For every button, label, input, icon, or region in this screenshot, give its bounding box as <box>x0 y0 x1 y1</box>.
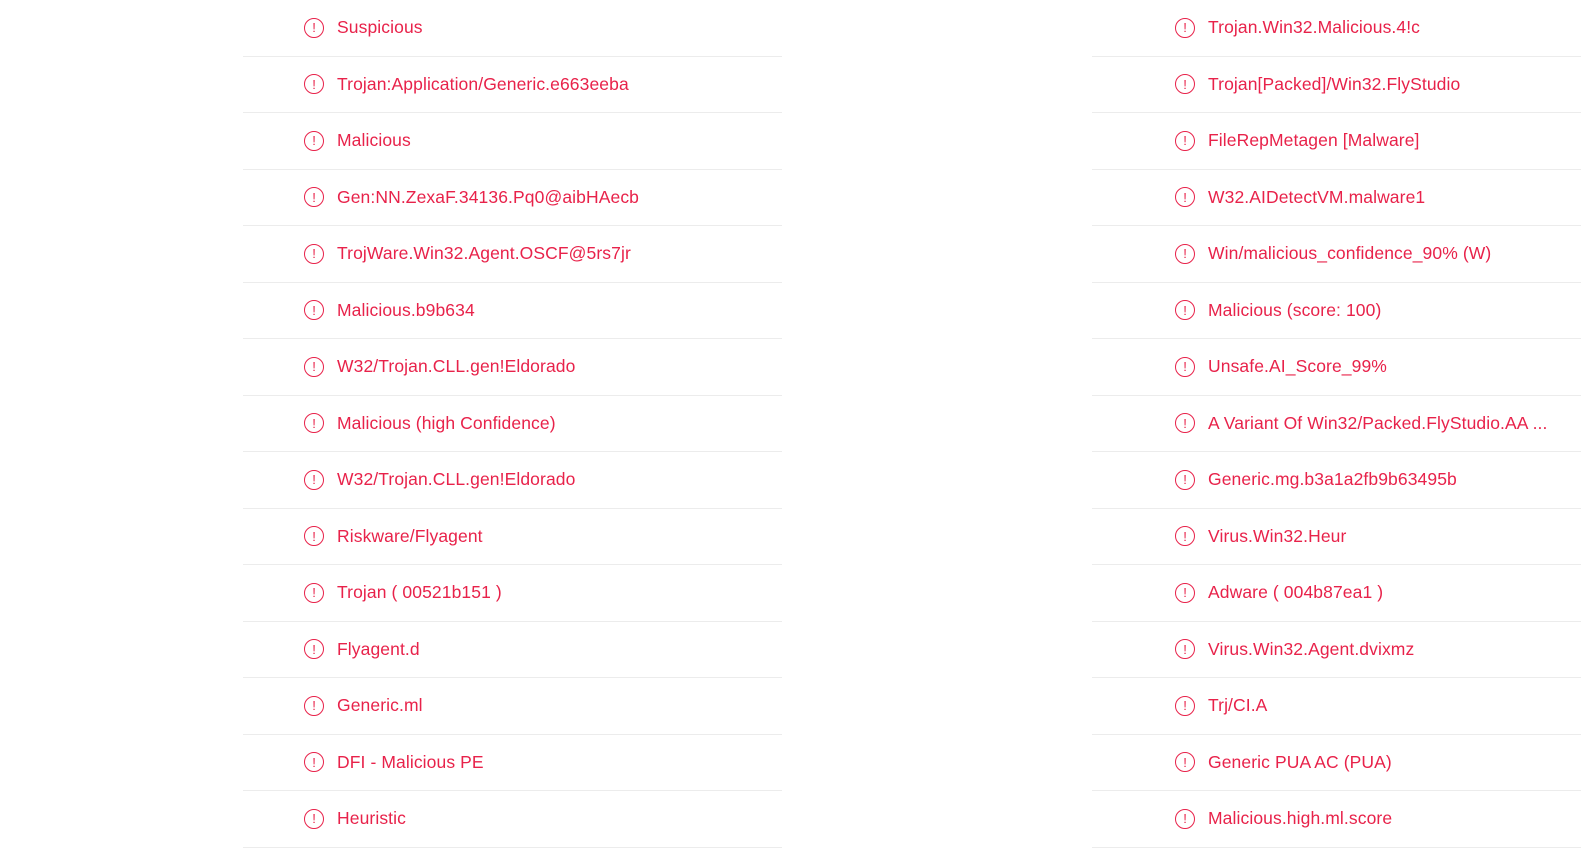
detection-row: ! Suspicious <box>243 0 782 57</box>
exclamation-circle-icon: ! <box>304 74 324 95</box>
detection-row: ! Trojan:Application/Generic.e663eeba <box>243 57 782 113</box>
exclamation-circle-icon: ! <box>304 300 324 321</box>
exclamation-circle-icon: ! <box>1175 130 1195 151</box>
detection-label: Malicious <box>337 130 411 151</box>
detection-row: ! Trj/CI.A <box>1092 678 1581 735</box>
detection-label: Virus.Win32.Heur <box>1208 525 1347 546</box>
detection-label: DFI - Malicious PE <box>337 751 484 772</box>
detection-row: ! W32.AIDetectVM.malware1 <box>1092 170 1581 226</box>
exclamation-circle-icon: ! <box>304 356 324 377</box>
exclamation-circle-icon: ! <box>304 243 324 264</box>
exclamation-circle-icon: ! <box>1175 752 1195 773</box>
detection-label: Unsafe.AI_Score_99% <box>1208 356 1387 377</box>
detection-label: Flyagent.d <box>337 638 420 659</box>
detection-row: ! A Variant Of Win32/Packed.FlyStudio.AA … <box>1092 396 1581 452</box>
detection-row: ! Malicious (score: 100) <box>1092 283 1581 339</box>
exclamation-circle-icon: ! <box>1175 413 1195 434</box>
detection-row: ! Malicious.high.ml.score <box>1092 791 1581 848</box>
detection-row: ! Malicious <box>243 113 782 170</box>
detection-label: FileRepMetagen [Malware] <box>1208 130 1420 151</box>
detection-label: Trojan ( 00521b151 ) <box>337 582 502 603</box>
exclamation-circle-icon: ! <box>1175 356 1195 377</box>
detection-row: ! Generic PUA AC (PUA) <box>1092 735 1581 791</box>
detection-row: ! Virus.Win32.Agent.dvixmz <box>1092 622 1581 678</box>
detection-row: ! W32/Trojan.CLL.gen!Eldorado <box>243 339 782 396</box>
exclamation-circle-icon: ! <box>304 808 324 829</box>
detection-row: ! Flyagent.d <box>243 622 782 678</box>
detection-label: Generic PUA AC (PUA) <box>1208 751 1392 772</box>
exclamation-circle-icon: ! <box>1175 639 1195 660</box>
left-detection-list: ! Suspicious! Trojan:Application/Generic.e… <box>243 0 782 848</box>
detection-row: ! Unsafe.AI_Score_99% <box>1092 339 1581 396</box>
exclamation-circle-icon: ! <box>304 526 324 547</box>
detection-row: ! Malicious.b9b634 <box>243 283 782 339</box>
detection-label: Malicious (score: 100) <box>1208 299 1382 320</box>
detection-label: Malicious.b9b634 <box>337 299 475 320</box>
detection-label: Riskware/Flyagent <box>337 525 483 546</box>
detection-label: Generic.ml <box>337 695 423 716</box>
detection-row: ! Win/malicious_confidence_90% (W) <box>1092 226 1581 283</box>
exclamation-circle-icon: ! <box>1175 243 1195 264</box>
detection-label: W32/Trojan.CLL.gen!Eldorado <box>337 356 576 377</box>
detection-row: ! Gen:NN.ZexaF.34136.Pq0@aibHAecb <box>243 170 782 226</box>
detection-label: Trj/CI.A <box>1208 695 1268 716</box>
exclamation-circle-icon: ! <box>1175 300 1195 321</box>
detection-label: W32/Trojan.CLL.gen!Eldorado <box>337 469 576 490</box>
exclamation-circle-icon: ! <box>1175 187 1195 208</box>
detection-row: ! TrojWare.Win32.Agent.OSCF@5rs7jr <box>243 226 782 283</box>
exclamation-circle-icon: ! <box>304 413 324 434</box>
detection-row: ! Virus.Win32.Heur <box>1092 509 1581 565</box>
exclamation-circle-icon: ! <box>1175 74 1195 95</box>
detection-row: ! Heuristic <box>243 791 782 848</box>
detection-label: Malicious (high Confidence) <box>337 412 556 433</box>
exclamation-circle-icon: ! <box>304 187 324 208</box>
exclamation-circle-icon: ! <box>304 639 324 660</box>
exclamation-circle-icon: ! <box>304 17 324 38</box>
detection-row: ! W32/Trojan.CLL.gen!Eldorado <box>243 452 782 509</box>
detection-row: ! Malicious (high Confidence) <box>243 396 782 452</box>
detection-label: Virus.Win32.Agent.dvixmz <box>1208 638 1415 659</box>
detection-label: Generic.mg.b3a1a2fb9b63495b <box>1208 469 1457 490</box>
detection-row: ! Generic.ml <box>243 678 782 735</box>
detection-label: Heuristic <box>337 808 406 829</box>
detection-label: Malicious.high.ml.score <box>1208 808 1393 829</box>
detection-row: ! DFI - Malicious PE <box>243 735 782 791</box>
exclamation-circle-icon: ! <box>1175 808 1195 829</box>
detection-label: Win/malicious_confidence_90% (W) <box>1208 243 1492 264</box>
detection-label: Suspicious <box>337 17 423 38</box>
detection-label: Trojan.Win32.Malicious.4!c <box>1208 17 1421 38</box>
detection-row: ! Trojan ( 00521b151 ) <box>243 565 782 622</box>
detection-label: TrojWare.Win32.Agent.OSCF@5rs7jr <box>337 243 631 264</box>
exclamation-circle-icon: ! <box>304 752 324 773</box>
right-detection-list: ! Trojan.Win32.Malicious.4!c! Trojan[Packe… <box>1092 0 1581 848</box>
exclamation-circle-icon: ! <box>1175 469 1195 490</box>
exclamation-circle-icon: ! <box>304 130 324 151</box>
exclamation-circle-icon: ! <box>1175 695 1195 716</box>
detection-label: W32.AIDetectVM.malware1 <box>1208 186 1426 207</box>
detection-label: A Variant Of Win32/Packed.FlyStudio.AA .… <box>1208 412 1548 433</box>
exclamation-circle-icon: ! <box>1175 17 1195 38</box>
exclamation-circle-icon: ! <box>304 582 324 603</box>
detection-label: Adware ( 004b87ea1 ) <box>1208 582 1384 603</box>
detection-row: ! Generic.mg.b3a1a2fb9b63495b <box>1092 452 1581 509</box>
detection-label: Trojan[Packed]/Win32.FlyStudio <box>1208 73 1461 94</box>
exclamation-circle-icon: ! <box>304 469 324 490</box>
exclamation-circle-icon: ! <box>1175 526 1195 547</box>
exclamation-circle-icon: ! <box>304 695 324 716</box>
exclamation-circle-icon: ! <box>1175 582 1195 603</box>
detection-label: Trojan:Application/Generic.e663eeba <box>337 73 629 94</box>
detection-row: ! Adware ( 004b87ea1 ) <box>1092 565 1581 622</box>
detection-row: ! Trojan.Win32.Malicious.4!c <box>1092 0 1581 57</box>
detection-row: ! Trojan[Packed]/Win32.FlyStudio <box>1092 57 1581 113</box>
detection-row: ! FileRepMetagen [Malware] <box>1092 113 1581 170</box>
detection-label: Gen:NN.ZexaF.34136.Pq0@aibHAecb <box>337 186 640 207</box>
detection-row: ! Riskware/Flyagent <box>243 509 782 565</box>
